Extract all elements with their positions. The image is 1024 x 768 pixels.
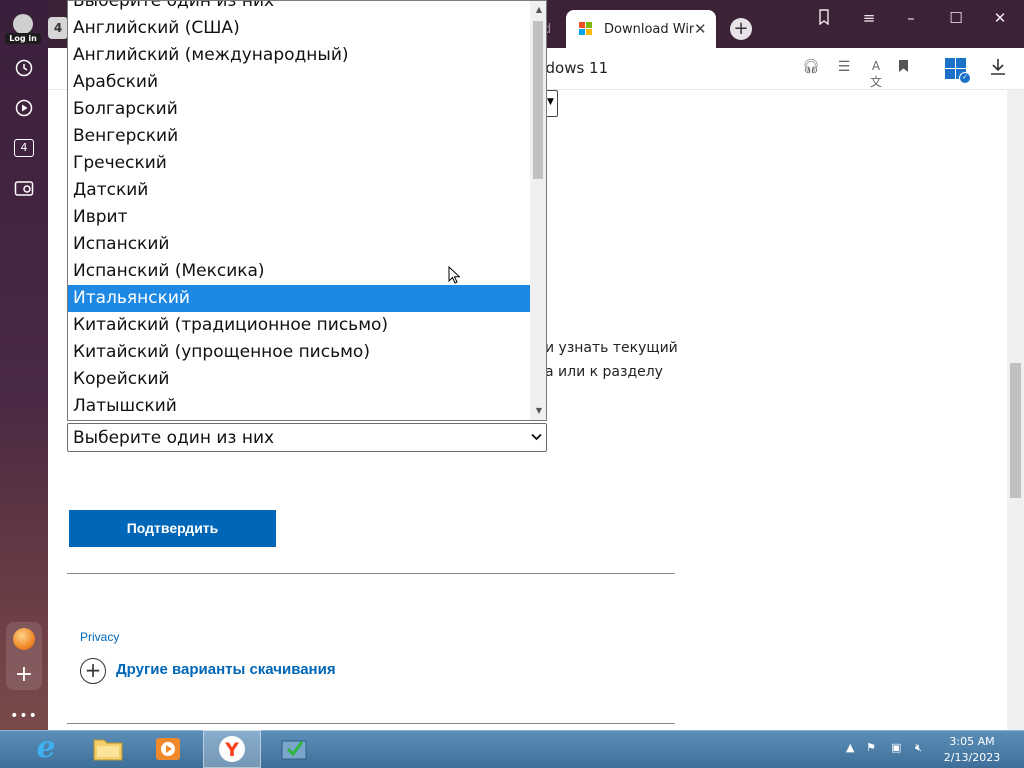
tab-title: Download Win [604, 22, 694, 37]
dropdown-option[interactable]: Выберите один из них [68, 1, 531, 15]
language-dropdown-list[interactable]: Выберите один из них Английский (США) Англ… [67, 0, 547, 421]
bookmark-icon[interactable] [893, 59, 913, 77]
alice-assistant-icon[interactable] [13, 628, 35, 650]
close-tab-icon[interactable]: ✕ [694, 20, 707, 38]
dropdown-option[interactable]: Английский (международный) [68, 42, 531, 69]
other-download-options-link[interactable]: Другие варианты скачивания [116, 661, 336, 678]
close-window-icon[interactable]: ✕ [988, 9, 1012, 27]
show-hidden-icons-icon[interactable]: ▲ [846, 741, 854, 754]
dropdown-option[interactable]: Испанский (Мексика) [68, 258, 531, 285]
tab-download-windows[interactable]: Download Win ✕ [566, 10, 716, 48]
dropdown-option[interactable]: Венгерский [68, 123, 531, 150]
media-player-icon [156, 738, 180, 760]
confirm-button[interactable]: Подтвердить [69, 510, 276, 547]
maximize-icon[interactable]: ☐ [944, 9, 968, 27]
dropdown-option[interactable]: Иврит [68, 204, 531, 231]
downloads-icon[interactable] [990, 58, 1006, 80]
dropdown-scrollbar-thumb[interactable] [533, 21, 543, 179]
internet-explorer-icon[interactable]: e [30, 732, 62, 764]
installer-icon [281, 740, 307, 760]
minimize-icon[interactable]: – [899, 9, 923, 27]
svg-text:Y: Y [224, 739, 239, 761]
new-tab-button[interactable]: + [730, 18, 752, 40]
bookmarks-collections-icon[interactable] [812, 9, 836, 29]
history-clock-icon[interactable] [10, 54, 38, 82]
reader-mode-icon[interactable]: ☰ [834, 59, 854, 75]
divider [67, 723, 675, 724]
clock-date[interactable]: 2/13/2023 [942, 751, 1002, 764]
scroll-up-arrow-icon[interactable]: ▲ [536, 5, 542, 14]
dropdown-option[interactable]: Китайский (упрощенное письмо) [68, 339, 531, 366]
tab-group-count[interactable]: 4 [48, 17, 68, 39]
clock-time[interactable]: 3:05 AM [942, 735, 1002, 748]
dropdown-option[interactable]: Греческий [68, 150, 531, 177]
network-icon[interactable]: ▣ [891, 741, 901, 754]
headphones-icon[interactable]: 🎧︎ [801, 59, 821, 75]
dropdown-option[interactable]: Китайский (традиционное письмо) [68, 312, 531, 339]
translate-icon[interactable]: A文 [866, 59, 886, 90]
taskbar-media-player[interactable] [139, 730, 197, 768]
chevron-down-icon: ▼ [547, 97, 554, 107]
login-label[interactable]: Log in [5, 33, 41, 44]
installed-check-icon: ✓ [959, 72, 971, 84]
yandex-browser-icon: Y [219, 736, 245, 762]
volume-muted-icon[interactable]: 🔇︎ [915, 741, 922, 755]
dropdown-option[interactable]: Арабский [68, 69, 531, 96]
dropdown-option[interactable]: Латышский [68, 393, 531, 420]
dropdown-option[interactable]: Корейский [68, 366, 531, 393]
screenshot-camera-icon[interactable] [10, 174, 38, 202]
taskbar-installer[interactable] [265, 730, 323, 768]
folder-icon [93, 739, 123, 761]
dropdown-option[interactable]: Болгарский [68, 96, 531, 123]
dropdown-option[interactable]: Датский [68, 177, 531, 204]
privacy-link[interactable]: Privacy [80, 630, 119, 644]
language-select-value: Выберите один из них [73, 428, 275, 448]
chevron-down-icon [531, 431, 542, 444]
menu-hamburger-icon[interactable]: ≡ [857, 9, 881, 27]
add-panel-plus-icon[interactable]: + [10, 660, 38, 688]
video-play-icon[interactable] [10, 94, 38, 122]
scroll-down-arrow-icon[interactable]: ▼ [536, 406, 542, 415]
description-text-line: и узнать текущий [545, 340, 678, 356]
microsoft-logo-icon [579, 22, 593, 36]
taskbar-yandex-browser[interactable]: Y [203, 730, 261, 768]
expand-plus-icon[interactable]: + [80, 658, 106, 684]
more-dots-icon[interactable]: ••• [10, 702, 38, 730]
tabs-count-badge[interactable]: 4 [14, 139, 34, 157]
dropdown-options: Выберите один из них Английский (США) Англ… [68, 1, 531, 420]
user-avatar[interactable] [13, 14, 33, 34]
language-select[interactable]: Выберите один из них [67, 423, 547, 452]
divider [67, 573, 675, 574]
description-text-line: а или к разделу [545, 364, 663, 380]
taskbar-file-explorer[interactable] [79, 730, 137, 768]
mouse-cursor-icon [448, 266, 460, 284]
page-scrollbar-thumb[interactable] [1010, 363, 1021, 498]
dropdown-scrollbar[interactable] [530, 1, 546, 420]
dropdown-option[interactable]: Итальянский [68, 285, 531, 312]
dropdown-option[interactable]: Испанский [68, 231, 531, 258]
action-center-flag-icon[interactable]: ⚑ [866, 741, 876, 754]
dropdown-option[interactable]: Английский (США) [68, 15, 531, 42]
